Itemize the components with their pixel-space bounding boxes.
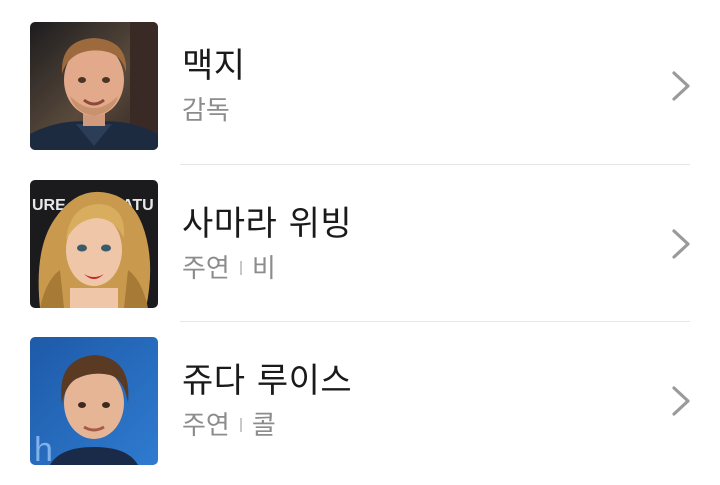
separator [239,417,242,432]
cast-role-line: 감독 [182,95,230,127]
cast-name: 사마라 위빙 [182,204,353,244]
person-photo-icon [30,22,158,150]
cast-name: 쥬다 루이스 [182,361,353,401]
cast-role: 주연 [182,411,230,441]
avatar: h [30,337,158,465]
cast-role-line: 주연 콜 [182,410,276,442]
svg-text:h: h [34,431,53,465]
cast-list: 맥지 감독 URE ATU 사마라 위빙 주연 비 h 쥬다 루이스 주연 콜 [0,0,720,485]
person-photo-icon: h [30,337,158,465]
cast-item-samara-weaving[interactable]: URE ATU 사마라 위빙 주연 비 [0,165,720,322]
chevron-right-icon [672,71,690,101]
cast-role-line: 주연 비 [182,253,276,285]
cast-role: 감독 [182,96,230,126]
cast-character: 비 [251,254,276,284]
cast-item-mcg[interactable]: 맥지 감독 [0,7,720,164]
cast-role: 주연 [182,254,230,284]
cast-item-judah-lewis[interactable]: h 쥬다 루이스 주연 콜 [0,322,720,479]
avatar [30,22,158,150]
chevron-right-icon [672,229,690,259]
cast-name: 맥지 [182,46,246,86]
separator [239,260,242,275]
chevron-right-icon [672,386,690,416]
avatar: URE ATU [30,180,158,308]
person-photo-icon: URE ATU [30,180,158,308]
cast-character: 콜 [251,411,276,441]
